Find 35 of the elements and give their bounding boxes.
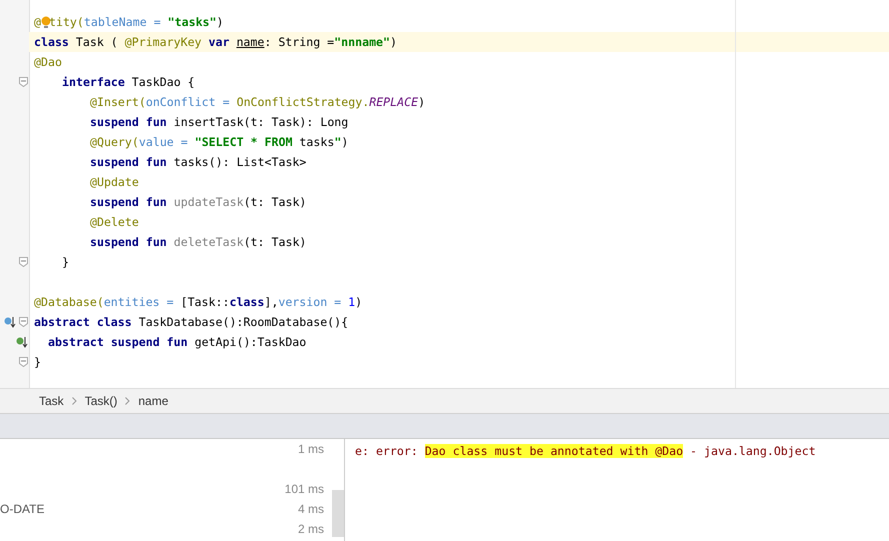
task-duration: 1 ms bbox=[298, 442, 324, 456]
lightbulb-icon[interactable] bbox=[40, 16, 51, 28]
code-line: abstract class TaskDatabase():RoomDatabase(){ bbox=[33, 314, 350, 331]
fold-marker-icon[interactable] bbox=[19, 257, 28, 267]
fold-marker-icon[interactable] bbox=[19, 357, 28, 367]
fold-marker-icon[interactable] bbox=[19, 77, 28, 87]
code-line: @Update bbox=[89, 174, 140, 191]
implemented-method-icon[interactable] bbox=[16, 336, 28, 348]
breadcrumb-item[interactable]: Task() bbox=[84, 394, 118, 408]
chevron-icon bbox=[125, 397, 130, 405]
breadcrumb-item[interactable]: Task bbox=[39, 394, 64, 408]
breadcrumb-item[interactable]: name bbox=[138, 394, 168, 408]
code-line: } bbox=[33, 354, 42, 371]
code-line: @Dao bbox=[33, 54, 63, 71]
task-status: O-DATE bbox=[0, 502, 44, 516]
code-line: abstract suspend fun getApi():TaskDao bbox=[47, 334, 308, 351]
chevron-icon bbox=[72, 397, 77, 405]
code-line: @ tity(tableName = "tasks") bbox=[33, 14, 225, 31]
code-line: suspend fun updateTask(t: Task) bbox=[89, 194, 308, 211]
task-duration: 4 ms bbox=[298, 502, 324, 516]
task-duration: 2 ms bbox=[298, 522, 324, 536]
code-line: @Delete bbox=[89, 214, 140, 231]
code-line: suspend fun insertTask(t: Task): Long bbox=[89, 114, 350, 131]
code-line: interface TaskDao { bbox=[61, 74, 196, 91]
code-line: @Database(entities = [Task::class],version = 1) bbox=[33, 294, 364, 311]
fold-marker-icon[interactable] bbox=[19, 317, 28, 327]
error-message: e: error: Dao class must be annotated with @Dao - java.lang.Object bbox=[355, 444, 816, 458]
code-line: suspend fun tasks(): List<Task> bbox=[89, 154, 308, 171]
code-line: suspend fun deleteTask(t: Task) bbox=[89, 234, 308, 251]
overridden-method-icon[interactable] bbox=[4, 316, 16, 328]
code-line: @Query(value = "SELECT * FROM tasks") bbox=[89, 134, 350, 151]
code-line: @Insert(onConflict = OnConflictStrategy.REPLACE) bbox=[89, 94, 426, 111]
task-duration: 101 ms bbox=[284, 482, 324, 496]
scrollbar[interactable] bbox=[332, 439, 345, 541]
code-line: } bbox=[61, 254, 70, 271]
